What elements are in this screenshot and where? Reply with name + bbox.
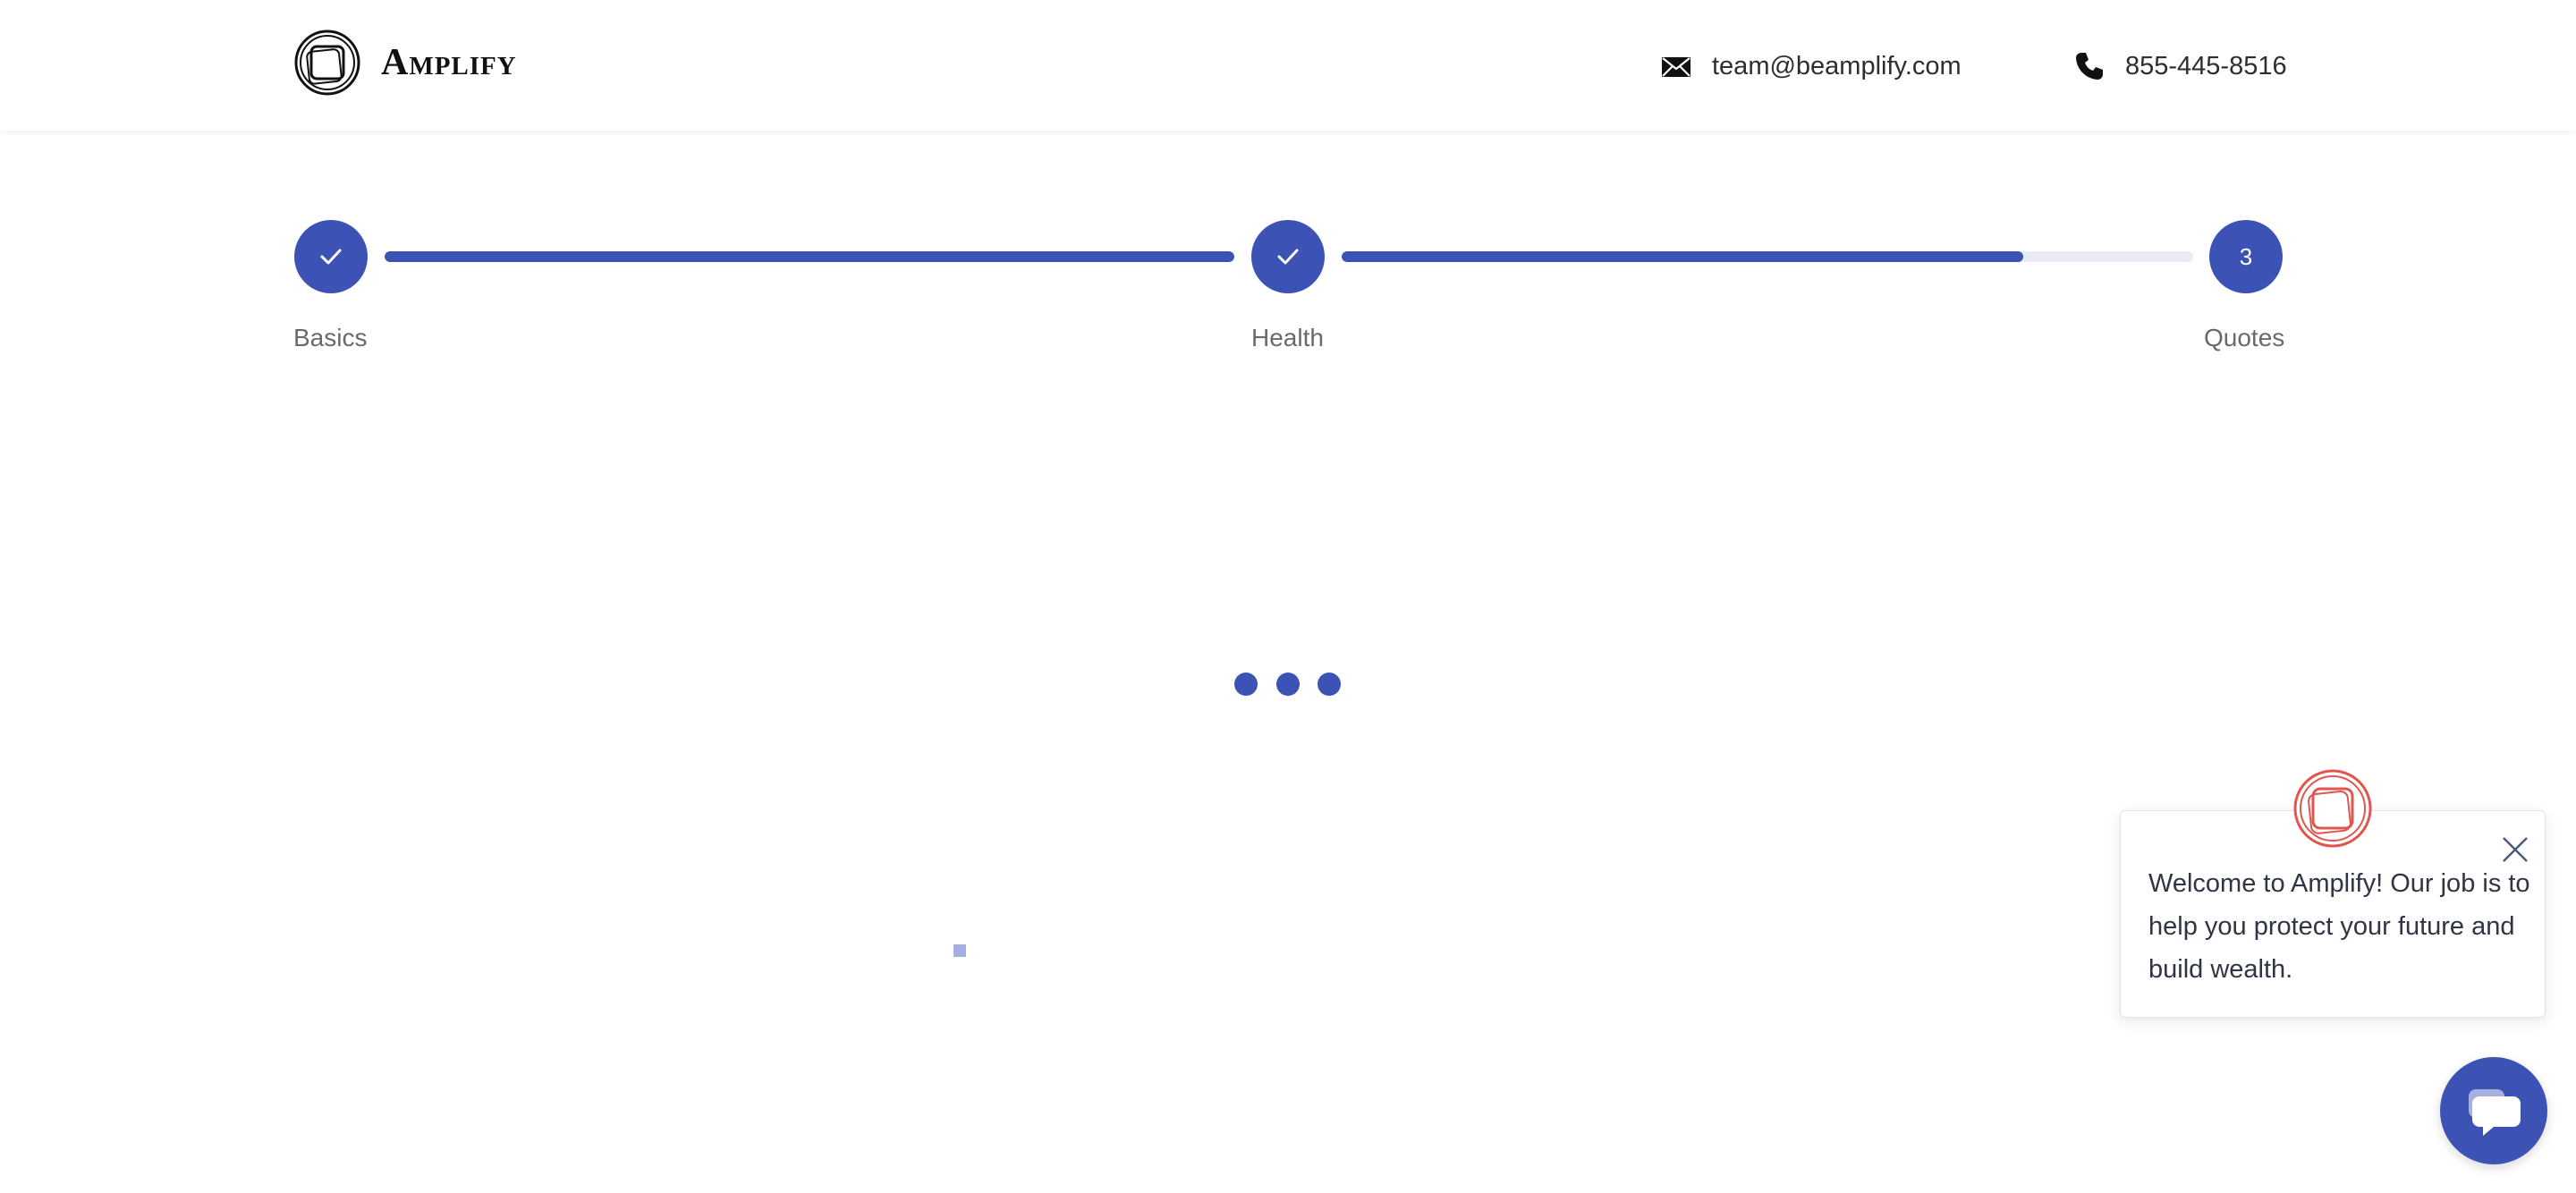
loading-dot [1318,673,1341,696]
chat-bubble-icon [2469,1089,2521,1136]
loading-indicator [1234,673,1342,698]
phone-icon [2076,53,2103,80]
step-number: 3 [2239,242,2253,270]
phone-link[interactable]: 855-445-8516 [2073,43,2287,89]
progress-fill-1 [385,251,1234,262]
checkmark-icon [320,249,342,265]
close-icon[interactable] [2499,833,2531,866]
checkmark-icon [1277,249,1299,265]
progress-track-1 [385,251,1234,262]
site-header: Amplify team@beamplify.com 855-445-8516 [0,0,2576,131]
phone-text: 855-445-8516 [2125,51,2287,80]
email-link[interactable]: team@beamplify.com [1660,43,1962,89]
loading-dot [1234,673,1258,696]
chat-launcher-button[interactable] [2440,1057,2547,1164]
step-quotes-indicator: 3 [2209,220,2283,293]
brand-logo-link[interactable]: Amplify [293,29,517,97]
chat-welcome-message: Welcome to Amplify! Our job is to help y… [2148,869,2530,984]
progress-fill-2 [1342,251,2023,262]
step-basics-indicator[interactable] [294,220,368,293]
step-basics-label: Basics [293,324,368,351]
amplify-logo-icon [2293,769,2372,848]
amplify-logo-icon [294,30,360,96]
step-quotes-label: Quotes [2204,324,2285,351]
brand-name: Amplify [381,42,517,83]
progress-track-2 [1342,251,2193,262]
loading-artifact [953,944,966,957]
step-health-label: Health [1251,324,1324,351]
loading-dot [1276,673,1300,696]
email-text: team@beamplify.com [1712,51,1962,80]
mail-icon [1662,57,1690,77]
step-health-indicator[interactable] [1251,220,1325,293]
